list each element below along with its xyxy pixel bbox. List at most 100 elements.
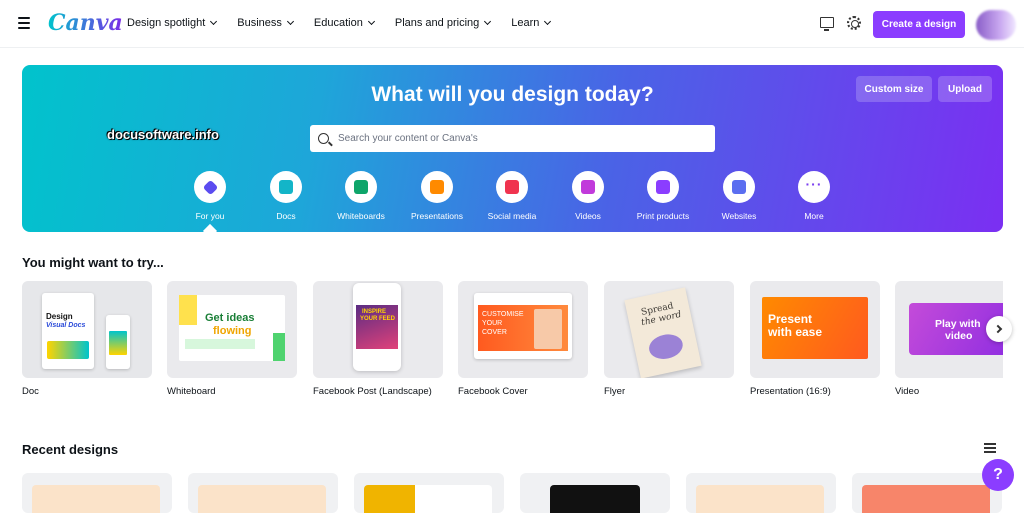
thumb-text: Get ideas (205, 312, 255, 324)
thumb-text: Present (768, 312, 813, 326)
thumb-text: YOUR FEED (360, 316, 396, 322)
category-label: Whiteboards (337, 211, 385, 221)
thumb-text: video (945, 330, 973, 342)
thumb-text: COVER (482, 329, 507, 336)
category-websites[interactable]: Websites (699, 171, 779, 221)
selected-indicator (202, 223, 218, 232)
flyer-preview: Spread the word (624, 287, 702, 378)
menu-education[interactable]: Education (313, 17, 375, 29)
suggestions-title: You might want to try... (22, 255, 164, 270)
template-label: Presentation (16:9) (750, 386, 831, 397)
menu-plans-pricing[interactable]: Plans and pricing (395, 17, 492, 29)
list-view-icon[interactable] (984, 443, 996, 453)
recent-design-card[interactable] (188, 473, 338, 513)
thumb-text: INSPIRE (362, 309, 387, 315)
presentation-icon (421, 171, 453, 203)
template-card-presentation[interactable]: Present with ease Presentation (16:9) (750, 281, 880, 397)
category-label: Docs (276, 211, 296, 221)
gear-icon[interactable] (847, 16, 861, 30)
template-card-facebook-post[interactable]: INSPIRE YOUR FEED Facebook Post (Landsca… (313, 281, 443, 397)
template-label: Flyer (604, 386, 626, 397)
thumb-text: Visual Docs (46, 322, 86, 329)
template-card-video[interactable]: Play with video Video (895, 281, 1003, 397)
template-label: Facebook Cover (458, 386, 528, 397)
category-videos[interactable]: Videos (548, 171, 628, 221)
hero-banner: What will you design today? docusoftware… (22, 65, 1003, 232)
monitor-icon[interactable] (820, 17, 834, 31)
print-icon (647, 171, 679, 203)
menu-label: Design spotlight (127, 17, 206, 29)
chevron-down-icon (210, 17, 218, 26)
menu-label: Business (237, 17, 282, 29)
phone-preview: INSPIRE YOUR FEED (353, 283, 401, 371)
chevron-down-icon (367, 17, 375, 26)
category-docs[interactable]: Docs (246, 171, 326, 221)
canva-logo[interactable]: Canva (48, 10, 123, 36)
video-icon (572, 171, 604, 203)
sparkle-icon (194, 171, 226, 203)
doc-mobile-preview (106, 315, 130, 369)
category-label: More (804, 211, 824, 221)
category-presentations[interactable]: Presentations (397, 171, 477, 221)
template-card-doc[interactable]: Design Visual Docs Doc (22, 281, 152, 397)
menu-label: Education (313, 17, 363, 29)
main-menu: Design spotlight Business Education Plan… (127, 17, 571, 29)
website-icon (723, 171, 755, 203)
recent-design-card[interactable] (520, 473, 670, 513)
create-design-button[interactable]: Create a design (873, 11, 965, 38)
menu-learn[interactable]: Learn (511, 17, 552, 29)
category-label: Print products (636, 211, 690, 221)
menu-business[interactable]: Business (237, 17, 294, 29)
category-label: Websites (721, 211, 757, 221)
heart-icon (496, 171, 528, 203)
template-thumbnail: Present with ease (750, 281, 880, 378)
recent-design-card[interactable] (686, 473, 836, 513)
template-card-whiteboard[interactable]: Get ideas flowing Whiteboard (167, 281, 297, 397)
recent-design-card[interactable] (22, 473, 172, 513)
upload-button[interactable]: Upload (938, 76, 992, 102)
category-whiteboards[interactable]: Whiteboards (321, 171, 401, 221)
template-label: Facebook Post (Landscape) (313, 386, 432, 397)
presentation-preview: Present with ease (762, 297, 868, 359)
category-for-you[interactable]: For you (170, 171, 250, 221)
search-icon (318, 133, 329, 144)
thumb-text: CUSTOMISE (482, 311, 524, 318)
category-label: Presentations (411, 211, 463, 221)
search-placeholder: Search your content or Canva's (338, 133, 478, 144)
category-print-products[interactable]: Print products (623, 171, 703, 221)
chevron-right-icon (993, 324, 1002, 334)
template-card-facebook-cover[interactable]: CUSTOMISE YOUR COVER Facebook Cover (458, 281, 588, 397)
carousel-next-button[interactable] (986, 316, 1012, 342)
thumb-text: Play with (935, 318, 981, 330)
more-icon: ··· (798, 171, 830, 203)
menu-label: Learn (511, 17, 540, 29)
menu-design-spotlight[interactable]: Design spotlight (127, 17, 218, 29)
thumb-text: YOUR (482, 320, 503, 327)
recent-design-card[interactable] (852, 473, 1002, 513)
category-social-media[interactable]: Social media (472, 171, 552, 221)
docs-icon (270, 171, 302, 203)
template-label: Whiteboard (167, 386, 216, 397)
custom-size-button[interactable]: Custom size (856, 76, 932, 102)
thumb-text: flowing (213, 325, 252, 337)
category-more[interactable]: ··· More (774, 171, 854, 221)
template-thumbnail: Design Visual Docs (22, 281, 152, 378)
template-thumbnail: Spread the word (604, 281, 734, 378)
recent-design-card[interactable] (354, 473, 504, 513)
template-card-flyer[interactable]: Spread the word Flyer (604, 281, 734, 397)
category-label: Social media (487, 211, 537, 221)
help-button[interactable]: ? (982, 459, 1014, 491)
template-thumbnail: CUSTOMISE YOUR COVER (458, 281, 588, 378)
avatar[interactable] (976, 10, 1016, 40)
thumb-text: with ease (768, 325, 823, 339)
top-nav: Canva Design spotlight Business Educatio… (0, 0, 1024, 48)
chevron-down-icon (286, 17, 294, 26)
recent-designs-title: Recent designs (22, 442, 119, 457)
menu-icon[interactable] (18, 17, 30, 29)
cover-preview: CUSTOMISE YOUR COVER (474, 293, 572, 359)
category-label: For you (195, 211, 225, 221)
template-thumbnail: INSPIRE YOUR FEED (313, 281, 443, 378)
search-input[interactable]: Search your content or Canva's (310, 125, 715, 152)
thumb-text: Design (46, 312, 73, 321)
chevron-down-icon (544, 17, 552, 26)
